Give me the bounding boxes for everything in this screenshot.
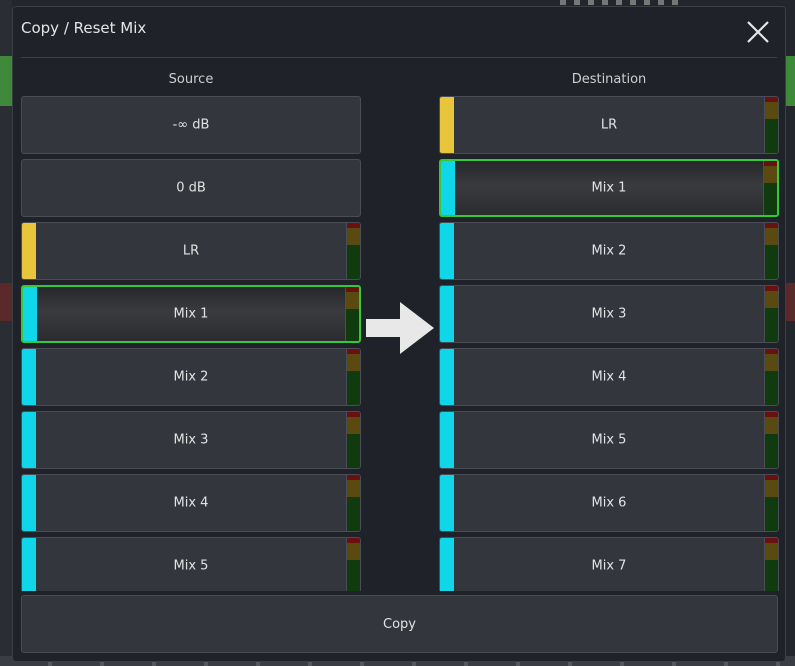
destination-heading: Destination — [571, 72, 647, 87]
destination-list-item[interactable]: Mix 2 — [439, 222, 779, 280]
color-swatch — [440, 538, 454, 591]
color-swatch — [440, 475, 454, 531]
color-swatch — [440, 412, 454, 468]
source-list-item[interactable]: -∞ dB — [21, 96, 361, 154]
source-list-item[interactable]: Mix 5 — [21, 537, 361, 591]
background-meter-ticks — [560, 0, 680, 5]
app-background: Copy / Reset Mix Source Destination -∞ d… — [0, 0, 795, 666]
color-swatch — [440, 286, 454, 342]
color-swatch — [22, 538, 36, 591]
list-item-label: LR — [600, 117, 618, 133]
source-list-item[interactable]: 0 dB — [21, 159, 361, 217]
list-item-label: Mix 5 — [591, 432, 627, 448]
list-item-label: Mix 7 — [591, 558, 627, 574]
color-swatch — [441, 161, 455, 215]
list-item-label: Mix 3 — [173, 432, 209, 448]
level-meter — [346, 538, 360, 591]
level-meter — [764, 97, 778, 153]
list-item-label: Mix 4 — [173, 495, 209, 511]
level-meter — [346, 349, 360, 405]
level-meter — [764, 349, 778, 405]
source-list-item[interactable]: Mix 3 — [21, 411, 361, 469]
source-list-item[interactable]: LR — [21, 222, 361, 280]
list-item-label: -∞ dB — [172, 117, 210, 133]
source-list-item[interactable]: Mix 1 — [21, 285, 361, 343]
title-divider — [21, 57, 777, 58]
destination-list-item[interactable]: Mix 1 — [439, 159, 779, 217]
destination-list[interactable]: LR Mix 1 Mix 2 Mix 3 Mix 4 Mix 5 Mix 6 Mix 7 — [439, 96, 779, 591]
level-meter — [763, 161, 777, 215]
level-meter — [764, 475, 778, 531]
color-swatch — [440, 223, 454, 279]
list-item-label: Mix 5 — [173, 558, 209, 574]
color-swatch — [22, 349, 36, 405]
level-meter — [345, 287, 359, 341]
destination-list-item[interactable]: Mix 7 — [439, 537, 779, 591]
level-meter — [764, 286, 778, 342]
level-meter — [346, 412, 360, 468]
arrow-right-icon — [366, 300, 436, 356]
color-swatch — [22, 475, 36, 531]
level-meter — [764, 538, 778, 591]
color-swatch — [23, 287, 37, 341]
source-list-item[interactable]: Mix 4 — [21, 474, 361, 532]
dialog-title: Copy / Reset Mix — [21, 19, 147, 37]
source-heading: Source — [168, 72, 214, 87]
color-swatch — [22, 223, 36, 279]
level-meter — [346, 475, 360, 531]
background-green-strip — [0, 56, 12, 106]
destination-list-item[interactable]: Mix 6 — [439, 474, 779, 532]
destination-list-item[interactable]: LR — [439, 96, 779, 154]
list-item-label: Mix 1 — [591, 180, 627, 196]
list-item-label: Mix 2 — [173, 369, 209, 385]
list-item-label: Mix 2 — [591, 243, 627, 259]
copy-button[interactable]: Copy — [21, 595, 778, 653]
destination-list-item[interactable]: Mix 4 — [439, 348, 779, 406]
source-list[interactable]: -∞ dB 0 dB LR Mix 1 Mix 2 Mix 3 Mix 4 Mix 5 — [21, 96, 361, 591]
destination-list-item[interactable]: Mix 3 — [439, 285, 779, 343]
close-icon[interactable] — [745, 19, 771, 45]
list-item-label: LR — [182, 243, 200, 259]
background-red-strip — [0, 283, 12, 321]
color-swatch — [440, 349, 454, 405]
level-meter — [764, 412, 778, 468]
destination-list-item[interactable]: Mix 5 — [439, 411, 779, 469]
background-red-strip — [785, 283, 795, 321]
background-green-strip — [785, 56, 795, 106]
source-list-item[interactable]: Mix 2 — [21, 348, 361, 406]
list-item-label: Mix 1 — [173, 306, 209, 322]
list-item-label: Mix 6 — [591, 495, 627, 511]
level-meter — [346, 223, 360, 279]
color-swatch — [22, 412, 36, 468]
level-meter — [764, 223, 778, 279]
copy-reset-mix-dialog: Copy / Reset Mix Source Destination -∞ d… — [12, 6, 786, 662]
color-swatch — [440, 97, 454, 153]
list-item-label: 0 dB — [176, 180, 206, 196]
list-item-label: Mix 4 — [591, 369, 627, 385]
list-item-label: Mix 3 — [591, 306, 627, 322]
